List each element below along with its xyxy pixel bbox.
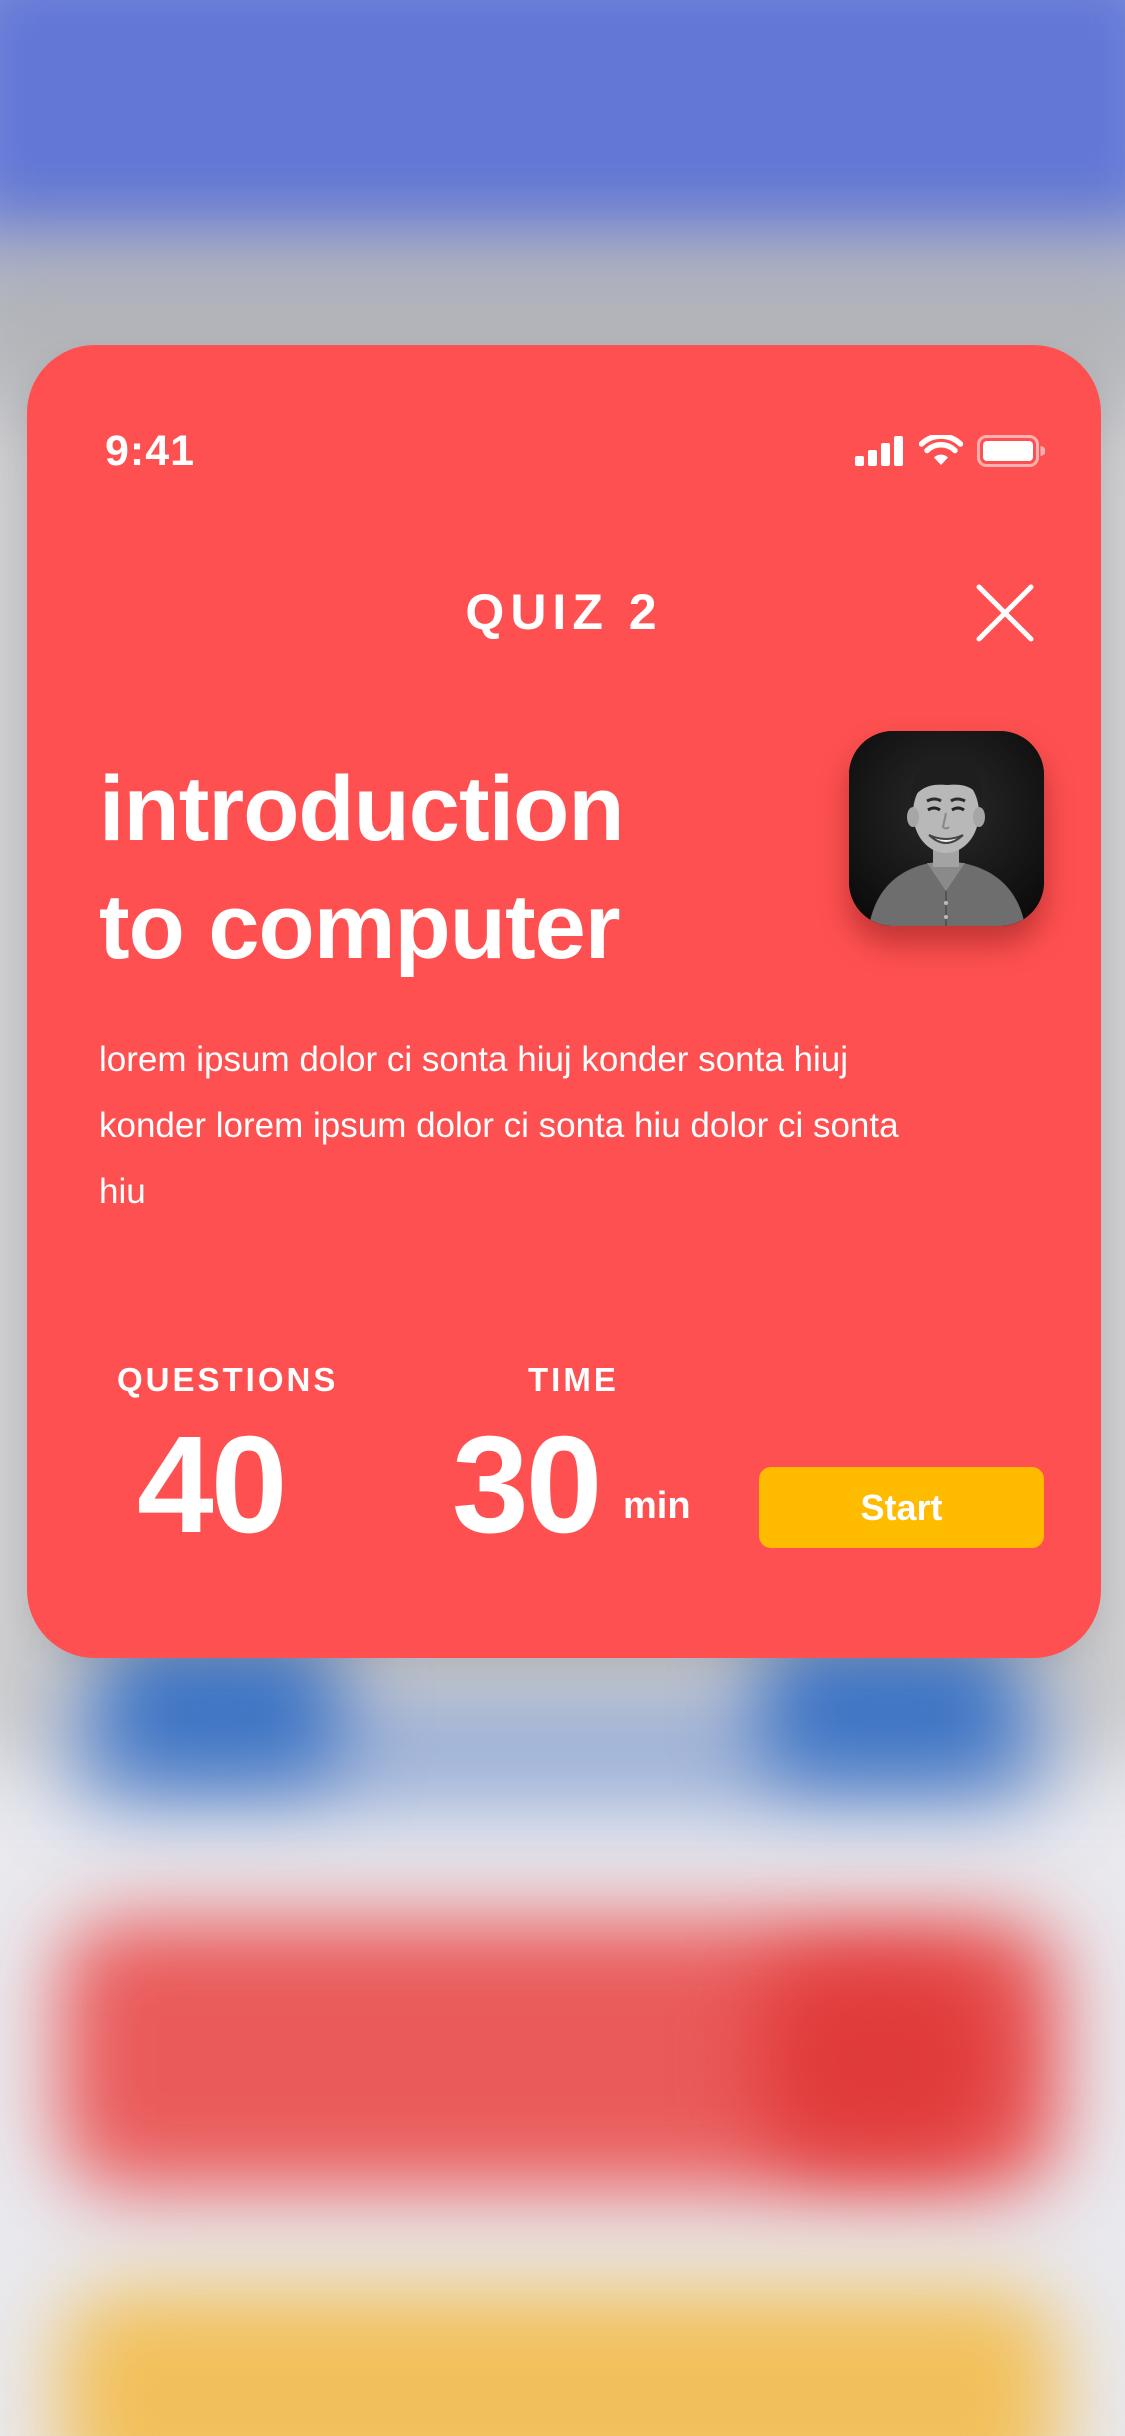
questions-count: 40 (137, 1408, 287, 1562)
quiz-title: introduction to computer (99, 750, 819, 986)
blurred-red-card-accent (760, 1960, 1000, 2160)
blurred-blue-shape-right (760, 1640, 1020, 1780)
battery-icon (977, 434, 1046, 472)
quiz-label: QUIZ 2 (465, 584, 663, 640)
cellular-signal-icon (855, 435, 905, 471)
start-button-label: Start (860, 1486, 943, 1528)
time-unit: min (623, 1485, 691, 1527)
blurred-blue-shape-left (100, 1640, 340, 1780)
quiz-description: lorem ipsum dolor ci sonta hiuj konder s… (99, 1040, 899, 1211)
quiz-modal-card: 9:41 QUIZ 2 introduction to computer lor… (27, 345, 1101, 1658)
time-value: 30 (452, 1408, 602, 1562)
questions-label: QUESTIONS (117, 1361, 339, 1398)
status-bar-icons (855, 432, 1046, 473)
wifi-icon (918, 432, 964, 472)
status-bar-time: 9:41 (105, 427, 196, 475)
avatar (849, 731, 1044, 926)
time-label: TIME (528, 1361, 619, 1398)
start-button[interactable]: Start (759, 1467, 1044, 1548)
quiz-title-line-1: introduction (99, 758, 625, 860)
quiz-title-line-2: to computer (99, 876, 621, 978)
close-icon (975, 584, 1035, 647)
close-button[interactable] (975, 583, 1035, 643)
blurred-yellow-card (60, 2290, 1060, 2436)
